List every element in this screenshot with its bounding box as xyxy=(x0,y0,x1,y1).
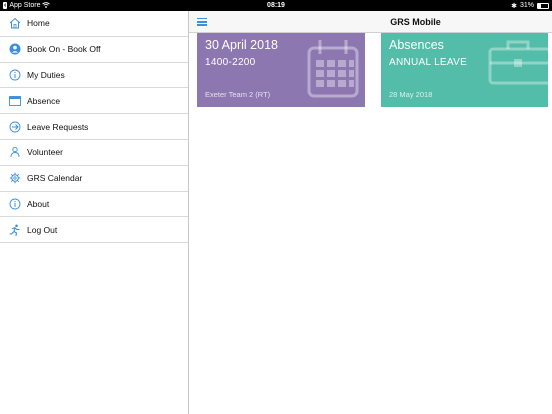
status-time: 08:19 xyxy=(267,1,285,9)
sidebar-item-book-on[interactable]: Book On - Book Off xyxy=(0,37,188,63)
briefcase-icon xyxy=(488,40,548,85)
absence-card[interactable]: Absences ANNUAL LEAVE 28 May 2018 xyxy=(381,33,548,107)
duty-time: 1400-2200 xyxy=(205,57,256,68)
duty-card[interactable]: 30 April 2018 1400-2200 Exeter Team 2 (R… xyxy=(197,33,365,107)
duty-team: Exeter Team 2 (RT) xyxy=(205,90,271,99)
sidebar-item-absence[interactable]: Absence xyxy=(0,88,188,115)
app-title: GRS Mobile xyxy=(390,17,441,27)
sidebar-item-log-out[interactable]: Log Out xyxy=(0,217,188,244)
gear-icon xyxy=(9,172,21,184)
sidebar-item-label: Absence xyxy=(27,95,61,106)
sidebar-item-volunteer[interactable]: Volunteer xyxy=(0,140,188,166)
home-icon xyxy=(9,17,21,29)
sidebar-item-home[interactable]: Home xyxy=(0,11,188,37)
sidebar-item-label: My Duties xyxy=(27,69,65,80)
duty-date: 30 April 2018 xyxy=(205,38,278,52)
running-person-icon xyxy=(9,224,21,236)
bluetooth-icon: ✱ xyxy=(511,2,517,10)
sidebar-item-label: Home xyxy=(27,18,50,29)
sidebar-menu: Home Book On - Book Off My Duties Absenc… xyxy=(0,11,189,414)
sidebar-item-label: Book On - Book Off xyxy=(27,44,101,55)
sidebar-item-label: Log Out xyxy=(27,224,58,235)
sidebar-item-about[interactable]: About xyxy=(0,192,188,218)
absence-type: ANNUAL LEAVE xyxy=(389,57,468,68)
calendar-icon xyxy=(307,40,359,98)
sidebar-item-label: About xyxy=(27,198,50,209)
absence-date: 28 May 2018 xyxy=(389,90,433,99)
sidebar-item-label: GRS Calendar xyxy=(27,173,83,184)
battery-icon xyxy=(537,2,549,9)
top-nav-bar: GRS Mobile xyxy=(189,11,552,33)
info-circle-icon xyxy=(9,69,21,81)
absence-title: Absences xyxy=(389,38,444,52)
user-circle-icon xyxy=(9,43,21,55)
sidebar-item-leave-requests[interactable]: Leave Requests xyxy=(0,114,188,140)
sidebar-item-label: Leave Requests xyxy=(27,121,89,132)
sidebar-item-my-duties[interactable]: My Duties xyxy=(0,63,188,89)
status-bar: ‹ App Store 08:19 ✱ 31% xyxy=(0,0,552,11)
person-icon xyxy=(9,146,21,158)
info-icon xyxy=(9,198,21,210)
window-icon xyxy=(9,95,21,107)
sidebar-item-grs-calendar[interactable]: GRS Calendar xyxy=(0,166,188,192)
sidebar-item-label: Volunteer xyxy=(27,147,63,158)
battery-percent: 31% xyxy=(519,2,534,9)
plane-circle-icon xyxy=(9,121,21,133)
